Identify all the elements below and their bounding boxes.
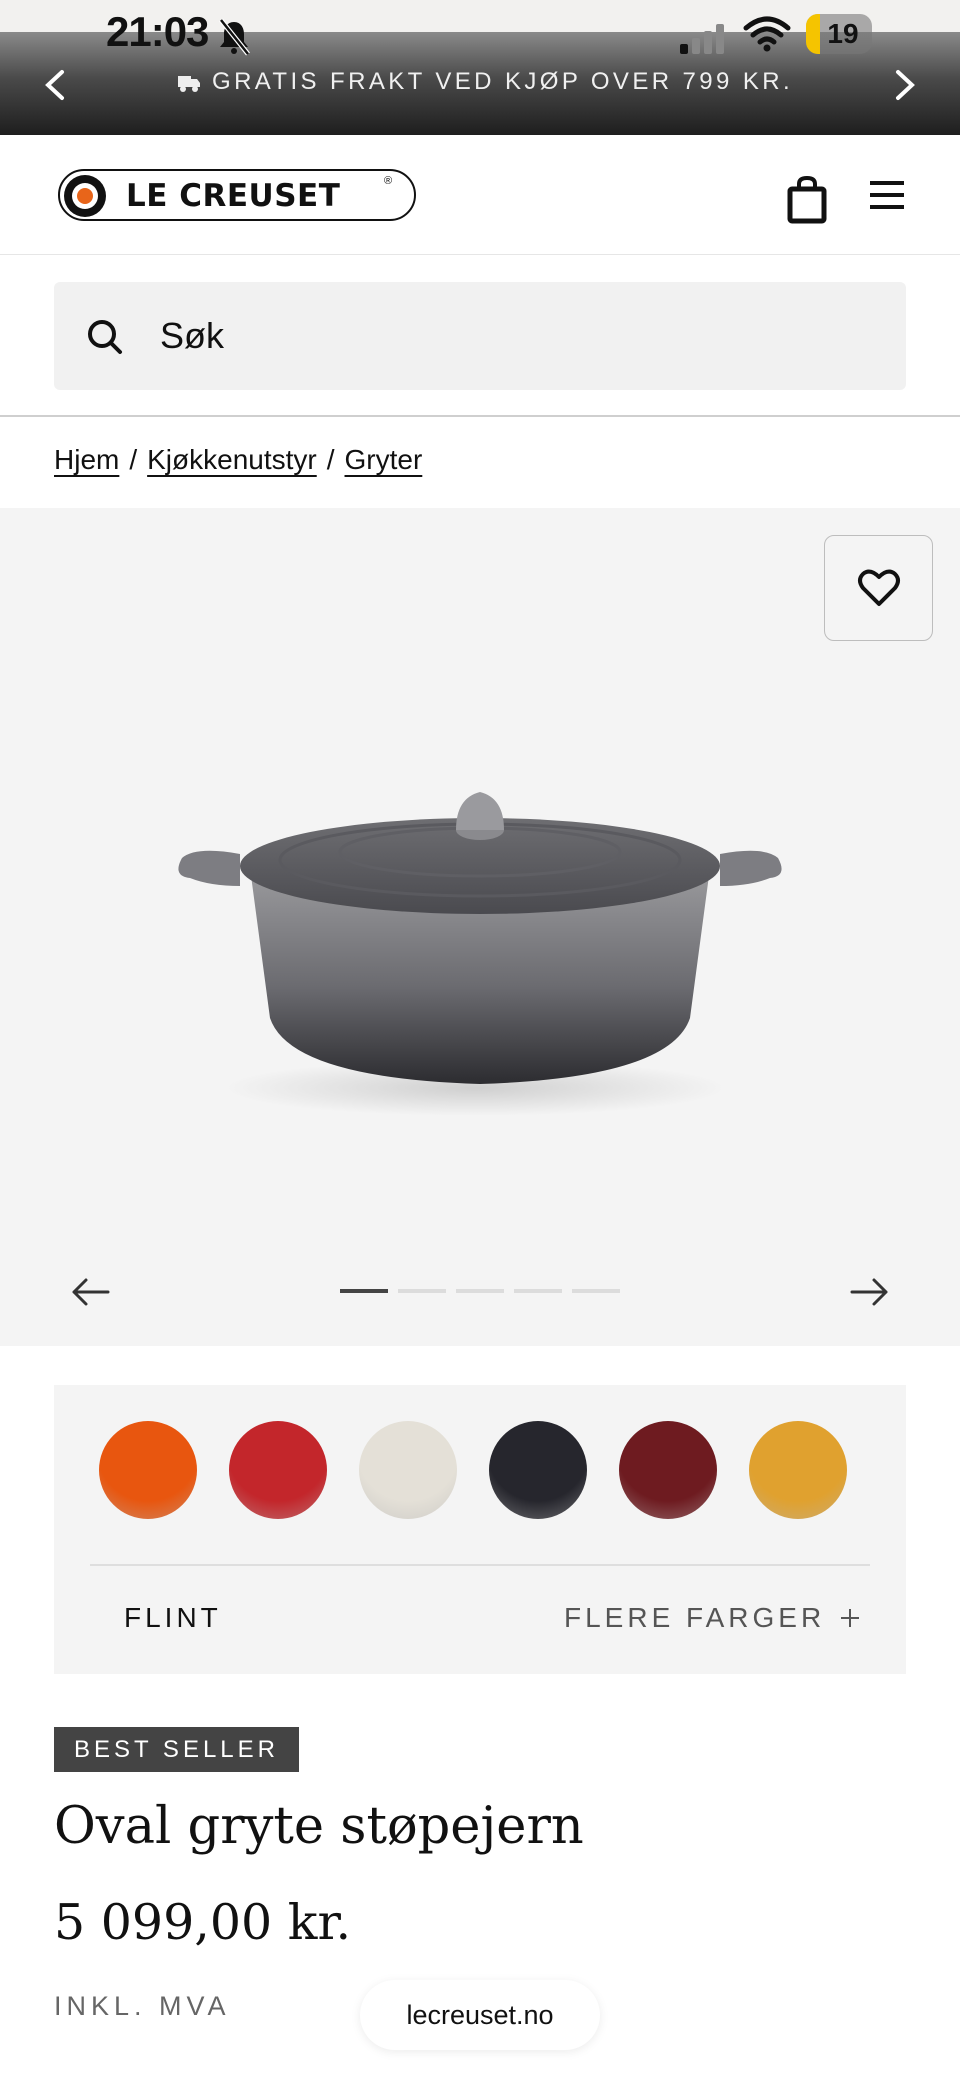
battery-indicator: 19 xyxy=(806,14,872,54)
battery-level-fill xyxy=(806,14,820,54)
shopping-bag-icon[interactable] xyxy=(784,175,832,225)
arrow-left-icon[interactable] xyxy=(68,1274,112,1310)
heart-icon xyxy=(858,569,900,606)
color-swatch-yellow[interactable] xyxy=(749,1421,847,1519)
carousel-dot-active[interactable] xyxy=(340,1289,388,1293)
breadcrumb-kitchenware[interactable]: Kjøkkenutstyr xyxy=(147,444,317,475)
color-selector: FLINT FLERE FARGER xyxy=(54,1385,906,1674)
site-header: LE CREUSET ® xyxy=(0,135,960,255)
logo-mark-icon xyxy=(64,175,106,217)
breadcrumb-separator: / xyxy=(129,444,138,475)
selected-color-label: FLINT xyxy=(124,1602,222,1633)
color-swatch-orange[interactable] xyxy=(99,1421,197,1519)
search-section xyxy=(0,255,960,417)
browser-url-bar[interactable]: lecreuset.no xyxy=(360,1980,600,2050)
color-swatch-cream[interactable] xyxy=(359,1421,457,1519)
carousel-dot[interactable] xyxy=(456,1289,504,1293)
arrow-right-icon[interactable] xyxy=(848,1274,892,1310)
carousel-dot[interactable] xyxy=(398,1289,446,1293)
le-creuset-logo[interactable]: LE CREUSET ® xyxy=(58,169,416,221)
color-swatch-red[interactable] xyxy=(229,1421,327,1519)
color-swatch-black[interactable] xyxy=(489,1421,587,1519)
more-colors-label: FLERE FARGER xyxy=(564,1602,826,1633)
best-seller-badge: BEST SELLER xyxy=(54,1727,299,1772)
chevron-left-icon[interactable] xyxy=(36,60,76,110)
product-image-oval-pot xyxy=(178,792,782,1116)
vat-note: INKL. MVA xyxy=(54,1991,231,2021)
battery-percent: 19 xyxy=(827,18,859,49)
search-input[interactable] xyxy=(160,306,860,366)
search-box[interactable] xyxy=(54,282,906,390)
carousel-dot[interactable] xyxy=(514,1289,562,1293)
logo-registered-mark: ® xyxy=(384,175,393,187)
product-title: Oval gryte støpejern xyxy=(54,1797,584,1856)
plus-icon xyxy=(840,1609,859,1627)
wifi-icon xyxy=(743,16,791,52)
color-swatch-burgundy[interactable] xyxy=(619,1421,717,1519)
carousel-dot[interactable] xyxy=(572,1289,620,1293)
wishlist-button[interactable] xyxy=(824,535,933,641)
hamburger-menu-icon[interactable] xyxy=(866,175,910,219)
logo-text: LE CREUSET xyxy=(126,178,341,214)
cellular-signal-icon xyxy=(680,24,724,54)
truck-icon xyxy=(178,76,200,92)
more-colors-button[interactable]: FLERE FARGER xyxy=(564,1602,861,1634)
product-gallery xyxy=(0,508,960,1346)
search-icon xyxy=(88,320,122,354)
status-time: 21:03 xyxy=(106,8,209,55)
banner-text: GRATIS FRAKT VED KJØP OVER 799 KR. xyxy=(212,68,794,95)
breadcrumb: Hjem / Kjøkkenutstyr / Gryter xyxy=(54,444,422,476)
breadcrumb-separator: / xyxy=(326,444,335,475)
bell-muted-icon xyxy=(219,18,250,56)
breadcrumb-pots[interactable]: Gryter xyxy=(345,444,423,475)
chevron-right-icon[interactable] xyxy=(884,60,924,110)
product-price: 5 099,00 kr. xyxy=(54,1894,352,1951)
divider xyxy=(90,1564,870,1566)
breadcrumb-home[interactable]: Hjem xyxy=(54,444,119,475)
